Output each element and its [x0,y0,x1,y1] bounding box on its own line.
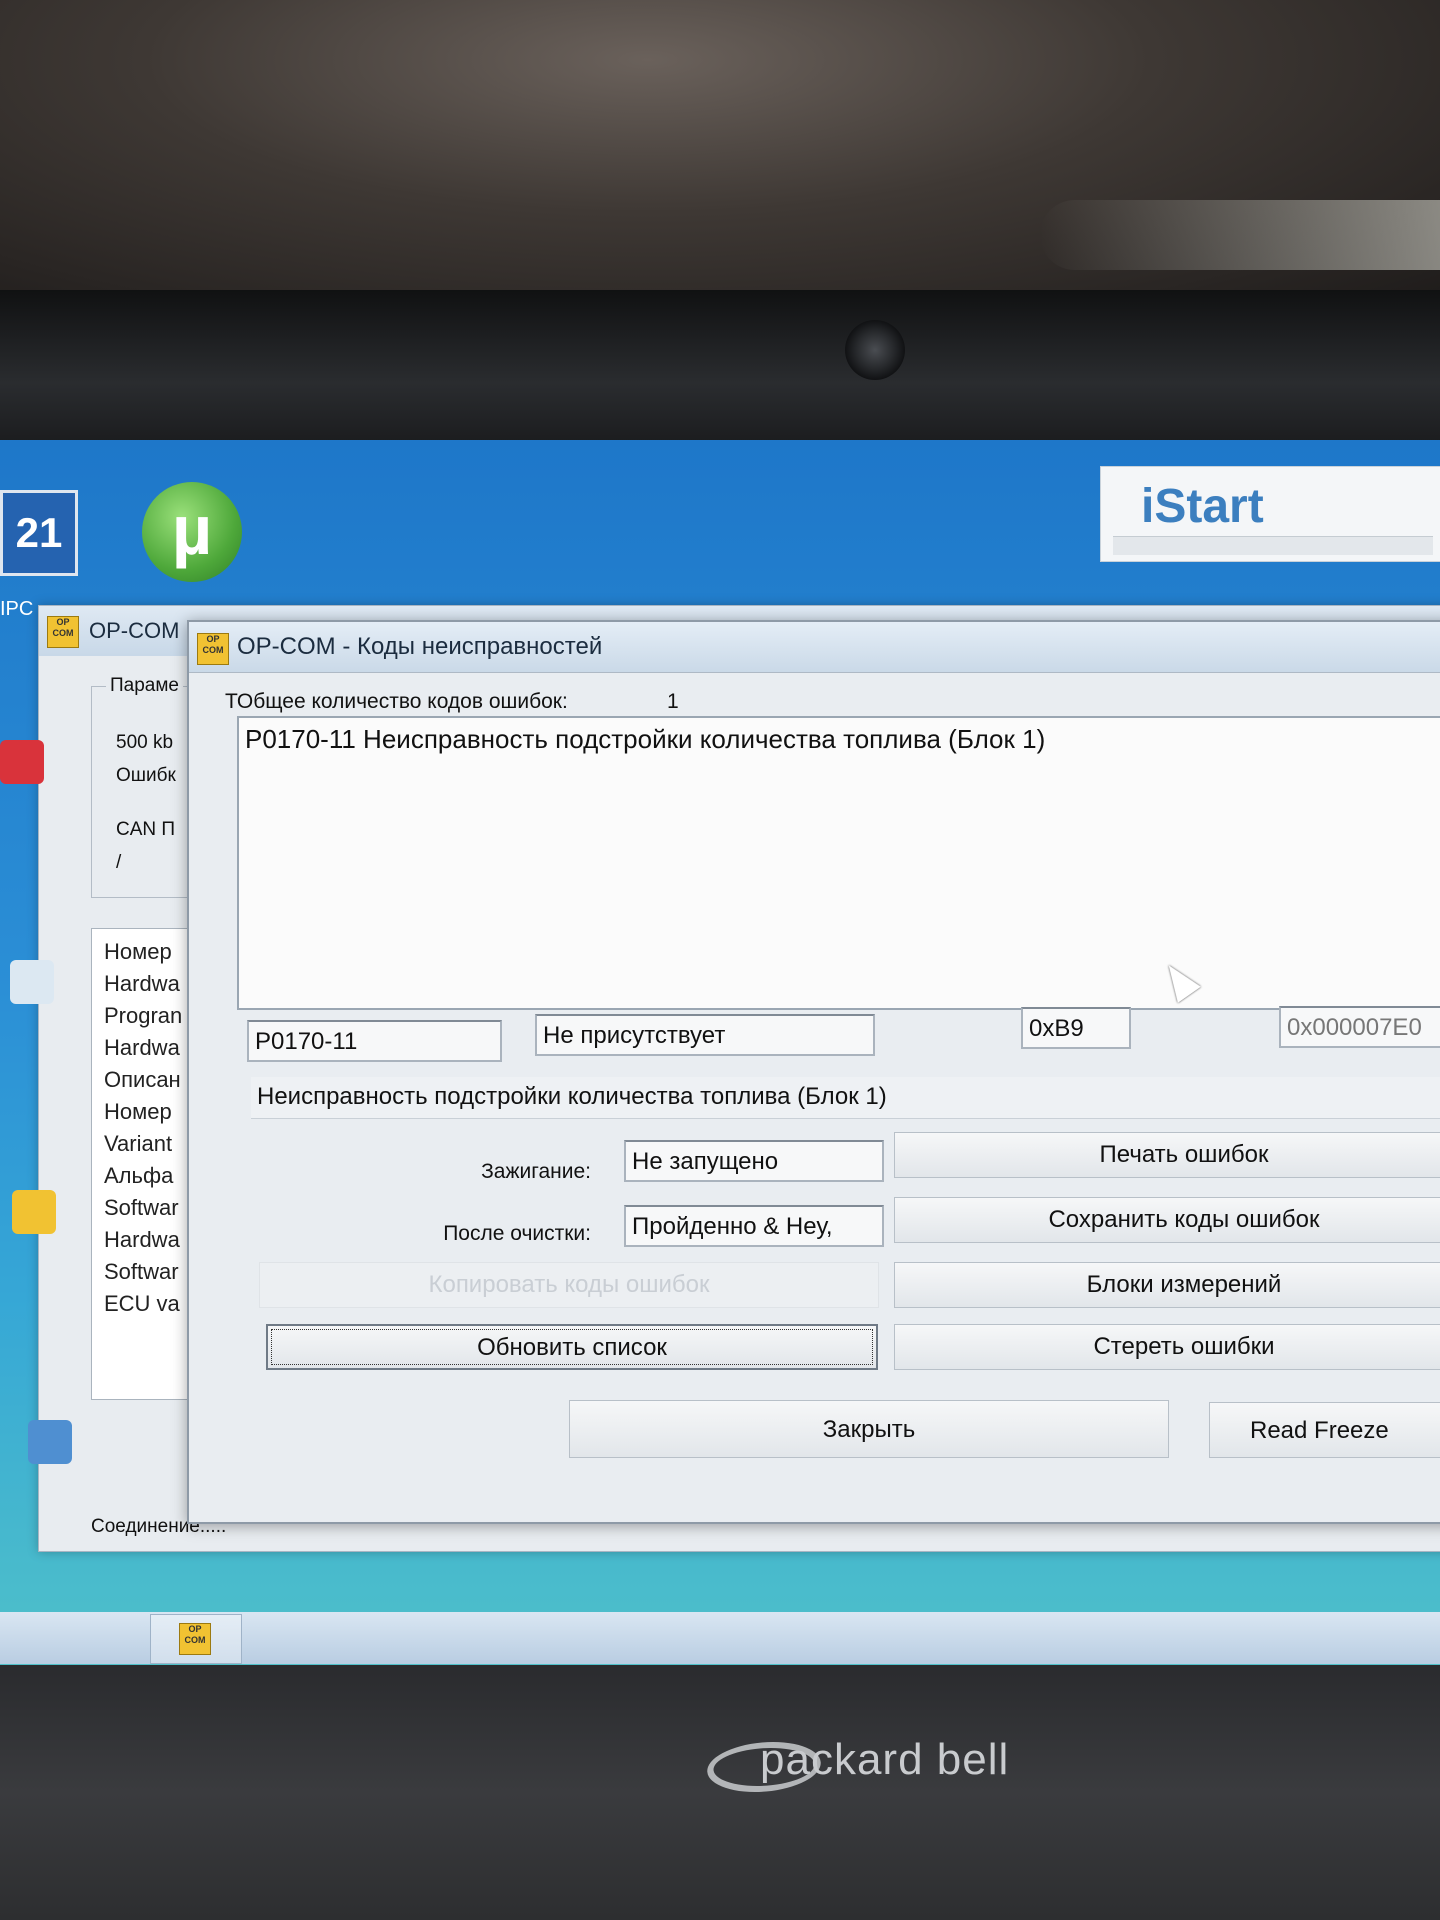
info-item: Progran [104,1003,183,1028]
info-item: Softwar [104,1195,179,1220]
istart-scrollbar[interactable] [1113,536,1433,555]
info-item: Softwar [104,1259,179,1284]
hex-field-2[interactable]: 0x000007E0 [1279,1006,1440,1048]
dialog-titlebar[interactable]: OP COM OP-COM - Коды неисправностей [189,622,1440,673]
laptop-bottom-bezel [0,1665,1440,1920]
param-line: CAN П [116,819,176,840]
description-field[interactable]: Неисправность подстройки количества топл… [251,1077,1440,1119]
param-line: Ошибк [116,765,176,786]
parameters-group-title: Параме [106,675,183,697]
close-button[interactable]: Закрыть [569,1400,1169,1458]
istart-widget[interactable]: iStart [1100,466,1440,562]
info-item: Описан [104,1067,181,1092]
save-codes-button[interactable]: Сохранить коды ошибок [894,1197,1440,1243]
info-item: ECU va [104,1291,180,1316]
opcom-desktop-icon[interactable] [12,1190,56,1234]
info-item: Hardwa [104,1035,180,1060]
dialog-title: OP-COM - Коды неисправностей [237,633,603,660]
ignition-label: Зажигание: [481,1160,591,1183]
ipc-icon-label: IPC [0,598,34,620]
seat-highlight [1040,200,1440,270]
info-item: Hardwa [104,971,180,996]
copy-codes-button[interactable]: Копировать коды ошибок [259,1262,879,1308]
fault-codes-list[interactable]: P0170-11 Неисправность подстройки количе… [237,716,1440,1010]
utorrent-icon[interactable]: µ [142,482,242,582]
main-window-title: OP-COM [89,618,180,643]
print-errors-button[interactable]: Печать ошибок [894,1132,1440,1178]
read-freeze-frame-button[interactable]: Read Freeze [1209,1402,1440,1458]
info-item: Номер [104,939,172,964]
info-item: Variant [104,1131,173,1156]
opcom-logo-icon: OP COM [179,1623,211,1655]
after-clear-label: После очистки: [443,1222,591,1245]
fault-codes-dialog: OP COM OP-COM - Коды неисправностей ТОбщ… [187,620,1440,1524]
opcom-logo-icon: OP COM [197,633,229,665]
param-line: / [116,852,122,873]
delphi-app-icon[interactable] [0,740,44,784]
taskbar-opcom-button[interactable]: OP COM [150,1614,242,1664]
status-field[interactable]: Не присутствует [535,1014,875,1056]
laptop-top-bezel [0,290,1440,445]
erase-errors-button[interactable]: Стереть ошибки [894,1324,1440,1370]
media-player-21-icon[interactable]: 21 [0,490,78,576]
refresh-list-button[interactable]: Обновить список [266,1324,878,1370]
istart-title: iStart [1141,480,1264,533]
info-item: Альфа [104,1163,174,1188]
measurement-blocks-button[interactable]: Блоки измерений [894,1262,1440,1308]
code-field[interactable]: P0170-11 [247,1020,502,1062]
after-clear-field[interactable]: Пройденно & Неу, [624,1205,884,1247]
shortcut-icon[interactable] [28,1420,72,1464]
total-codes-label: ТОбщее количество кодов ошибок: [225,690,568,713]
info-item: Номер [104,1099,172,1124]
hex-field-1[interactable]: 0xB9 [1021,1007,1131,1049]
param-line: 500 kb [116,732,174,753]
fault-code-entry[interactable]: P0170-11 Неисправность подстройки количе… [245,724,1045,755]
opcom-logo-icon: OP COM [47,616,79,648]
info-item: Hardwa [104,1227,180,1252]
ignition-field[interactable]: Не запущено [624,1140,884,1182]
webcam-icon [845,320,905,380]
teamviewer-icon[interactable] [10,960,54,1004]
total-codes-count: 1 [667,690,679,713]
